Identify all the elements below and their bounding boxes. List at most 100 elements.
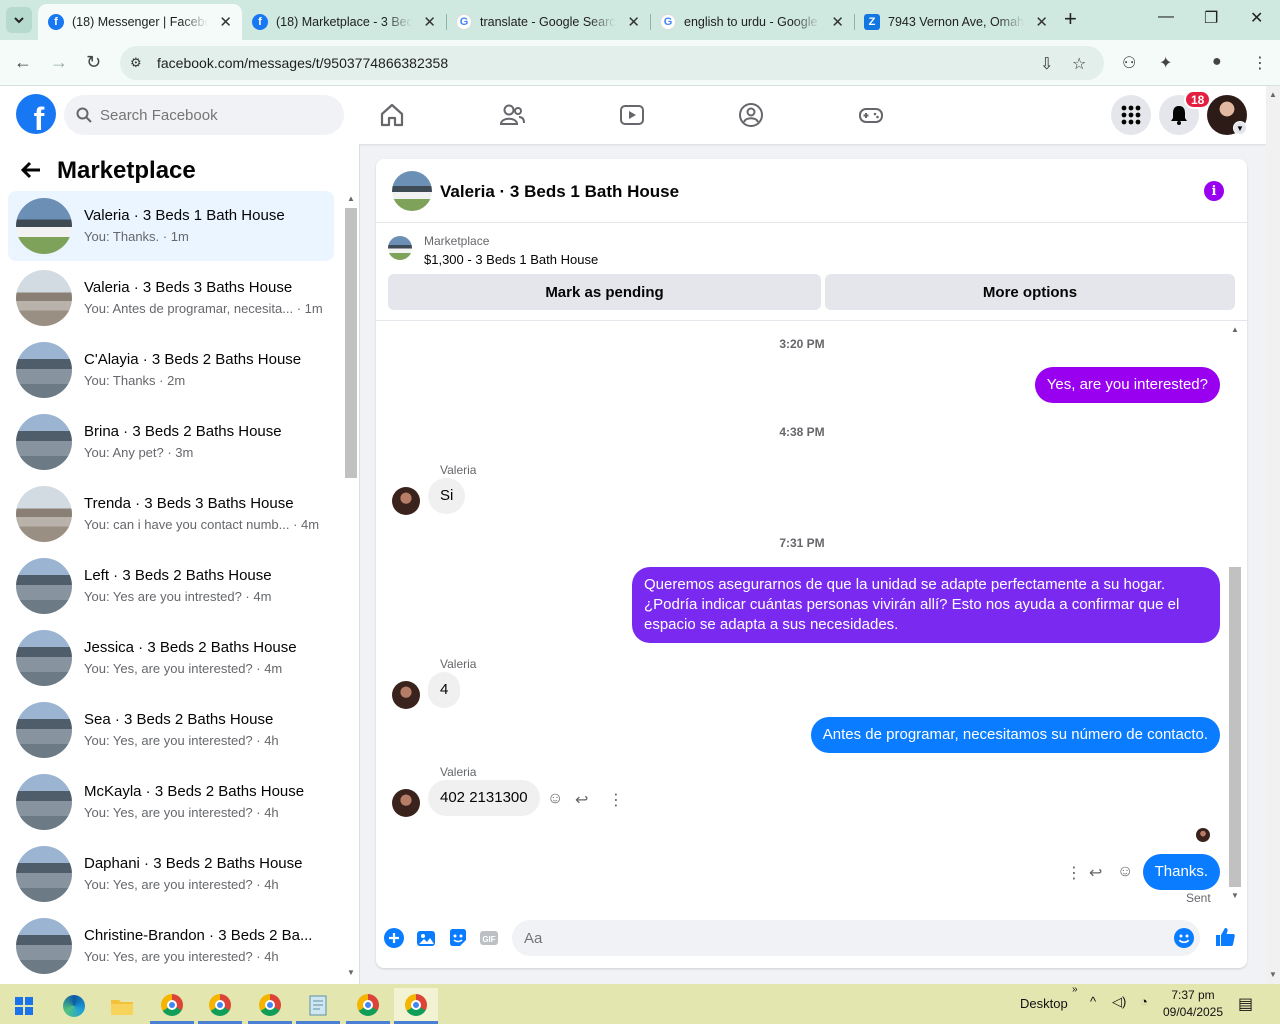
- chat-title[interactable]: Valeria · 3 Beds 1 Bath House: [440, 182, 679, 202]
- profile-icon[interactable]: ●: [1212, 53, 1222, 71]
- close-icon[interactable]: ✕: [1035, 13, 1048, 31]
- browser-tab-marketplace[interactable]: f (18) Marketplace - 3 Beds ✕: [242, 4, 446, 40]
- sender-avatar[interactable]: [392, 681, 420, 709]
- network-icon[interactable]: ◔: [1140, 994, 1148, 1009]
- home-icon[interactable]: [379, 102, 405, 128]
- facebook-logo[interactable]: f: [16, 94, 56, 134]
- close-icon[interactable]: ✕: [423, 13, 436, 31]
- mark-as-pending-button[interactable]: Mark as pending: [388, 274, 821, 310]
- page-scrollbar[interactable]: ▲ ▼: [1266, 86, 1280, 984]
- tray-expand-icon[interactable]: ^: [1090, 994, 1096, 1009]
- chrome-app-profile-3[interactable]: [248, 988, 292, 1024]
- reply-icon[interactable]: ↩: [1089, 863, 1102, 883]
- incoming-message[interactable]: 4: [428, 672, 461, 708]
- conversation-item[interactable]: Daphani · 3 Beds 2 Baths House You: Yes, …: [8, 839, 334, 909]
- info-icon[interactable]: i: [1204, 181, 1224, 201]
- scroll-up-icon[interactable]: ▲: [1231, 325, 1239, 334]
- react-smiley-icon[interactable]: ☺: [547, 790, 563, 808]
- conversation-item[interactable]: Sea · 3 Beds 2 Baths House You: Yes, are …: [8, 695, 334, 765]
- outgoing-message[interactable]: Thanks.: [1142, 854, 1220, 890]
- notification-center-icon[interactable]: ▤: [1238, 994, 1253, 1014]
- browser-tab-translate[interactable]: G translate - Google Search ✕: [446, 4, 650, 40]
- outgoing-message[interactable]: Yes, are you interested?: [1034, 367, 1220, 403]
- tab-search-button[interactable]: [6, 7, 32, 33]
- volume-icon[interactable]: ◁): [1112, 994, 1126, 1010]
- install-app-icon[interactable]: ⇩: [1040, 54, 1053, 74]
- sender-avatar[interactable]: [392, 487, 420, 515]
- window-close-icon[interactable]: ✕: [1250, 8, 1263, 28]
- system-clock[interactable]: 7:37 pm 09/04/2025: [1160, 987, 1226, 1021]
- conversation-item[interactable]: Jessica · 3 Beds 2 Baths House You: Yes, …: [8, 623, 334, 693]
- bookmark-star-icon[interactable]: ☆: [1072, 54, 1086, 74]
- new-tab-button[interactable]: +: [1064, 8, 1077, 30]
- url-text[interactable]: facebook.com/messages/t/9503774866382358: [157, 55, 448, 71]
- back-arrow-icon[interactable]: [20, 159, 42, 187]
- conversation-item[interactable]: Left · 3 Beds 2 Baths House You: Yes are …: [8, 551, 334, 621]
- reply-icon[interactable]: ↩: [575, 790, 588, 810]
- close-icon[interactable]: ✕: [831, 13, 844, 31]
- listing-avatar[interactable]: [392, 171, 432, 211]
- forward-arrow-icon[interactable]: →: [50, 52, 68, 73]
- facebook-search-box[interactable]: [64, 95, 344, 135]
- reload-icon[interactable]: ↻: [86, 52, 101, 73]
- sender-avatar[interactable]: [392, 789, 420, 817]
- incoming-message[interactable]: Si: [428, 478, 466, 514]
- conversation-item[interactable]: C'Alayia · 3 Beds 2 Baths House You: Than…: [8, 335, 334, 405]
- extension-robot-icon[interactable]: ⚇: [1122, 53, 1136, 73]
- react-smiley-icon[interactable]: ☺: [1117, 863, 1133, 881]
- address-bar[interactable]: ⚙ facebook.com/messages/t/95037748663823…: [120, 46, 1104, 80]
- sticker-icon[interactable]: [448, 928, 468, 948]
- file-explorer-app[interactable]: [100, 988, 144, 1024]
- browser-menu-icon[interactable]: ⋮: [1252, 53, 1268, 73]
- scroll-down-icon[interactable]: ▼: [347, 968, 355, 977]
- conversation-item[interactable]: McKayla · 3 Beds 2 Baths House You: Yes, …: [8, 767, 334, 837]
- conversation-item[interactable]: Valeria · 3 Beds 3 Baths House You: Antes…: [8, 263, 334, 333]
- browser-tab-messenger[interactable]: f (18) Messenger | Facebook ✕: [38, 4, 242, 40]
- more-actions-icon[interactable]: ⋮: [608, 790, 624, 810]
- thumbs-up-icon[interactable]: [1214, 926, 1236, 948]
- conversation-item[interactable]: Valeria · 3 Beds 1 Bath House You: Thanks…: [8, 191, 334, 261]
- scrollbar-thumb[interactable]: [345, 208, 357, 478]
- close-icon[interactable]: ✕: [627, 13, 640, 31]
- sidebar-scrollbar[interactable]: ▲ ▼: [344, 192, 358, 982]
- edge-app[interactable]: [52, 988, 96, 1024]
- listing-price[interactable]: $1,300 - 3 Beds 1 Bath House: [424, 252, 598, 267]
- gif-icon[interactable]: GIF: [479, 928, 499, 948]
- chrome-app-active[interactable]: [394, 988, 438, 1024]
- conversation-item[interactable]: Trenda · 3 Beds 3 Baths House You: can i …: [8, 479, 334, 549]
- photo-icon[interactable]: [416, 928, 436, 948]
- message-input[interactable]: [512, 920, 1200, 956]
- restore-icon[interactable]: ❐: [1204, 8, 1218, 28]
- scroll-down-icon[interactable]: ▼: [1269, 970, 1277, 979]
- menu-grid-button[interactable]: [1111, 95, 1151, 135]
- double-chevron-icon[interactable]: »: [1072, 984, 1078, 995]
- scrollbar-thumb[interactable]: [1229, 567, 1241, 887]
- browser-tab-zillow[interactable]: Z 7943 Vernon Ave, Omaha ✕: [854, 4, 1058, 40]
- chrome-app-profile-2[interactable]: [198, 988, 242, 1024]
- scroll-down-icon[interactable]: ▼: [1231, 891, 1239, 900]
- more-options-button[interactable]: More options: [825, 274, 1235, 310]
- outgoing-message[interactable]: Antes de programar, necesitamos su númer…: [810, 717, 1220, 753]
- conversation-item[interactable]: Brina · 3 Beds 2 Baths House You: Any pet…: [8, 407, 334, 477]
- chrome-app-profile-1[interactable]: [150, 988, 194, 1024]
- outgoing-message[interactable]: Queremos asegurarnos de que la unidad se…: [632, 567, 1220, 643]
- scroll-up-icon[interactable]: ▲: [1269, 90, 1277, 99]
- extensions-puzzle-icon[interactable]: ✦: [1159, 53, 1172, 73]
- groups-icon[interactable]: [738, 102, 764, 128]
- listing-thumbnail[interactable]: [388, 236, 412, 260]
- browser-tab-english-urdu[interactable]: G english to urdu - Google ✕: [650, 4, 854, 40]
- notepad-app[interactable]: [296, 988, 340, 1024]
- friends-icon[interactable]: [499, 102, 525, 128]
- chrome-app-profile-4[interactable]: [346, 988, 390, 1024]
- scroll-up-icon[interactable]: ▲: [347, 194, 355, 203]
- conversation-item[interactable]: Christine-Brandon · 3 Beds 2 Ba... You: Y…: [8, 911, 334, 981]
- chevron-down-icon[interactable]: ▼: [1233, 121, 1247, 135]
- desktop-toolbar-label[interactable]: Desktop: [1020, 996, 1068, 1011]
- site-info-icon[interactable]: ⚙: [130, 55, 142, 71]
- more-actions-icon[interactable]: ⋮: [1066, 863, 1082, 883]
- emoji-icon[interactable]: [1174, 928, 1194, 948]
- plus-circle-icon[interactable]: [384, 928, 404, 948]
- minimize-icon[interactable]: —: [1158, 8, 1174, 26]
- gaming-icon[interactable]: [858, 102, 884, 128]
- search-input[interactable]: [100, 106, 320, 124]
